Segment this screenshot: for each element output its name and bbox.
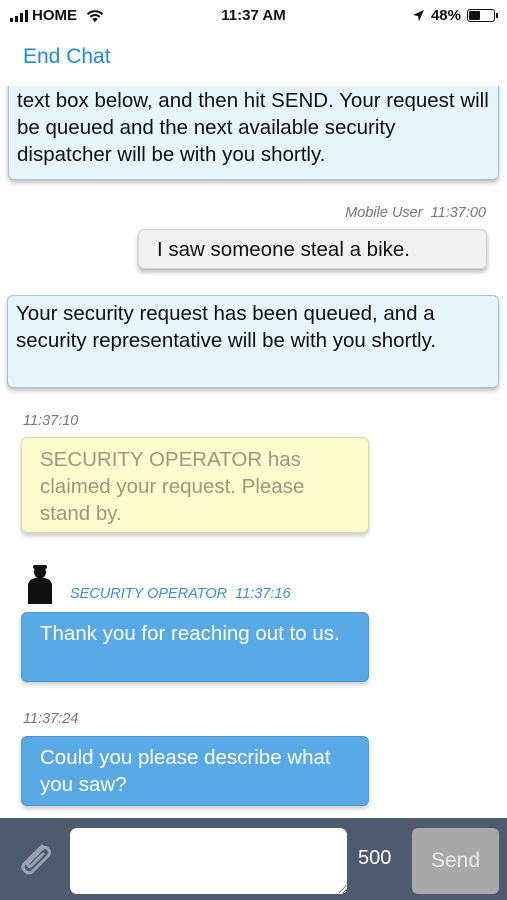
user-message-text: I saw someone steal a bike. <box>157 238 410 261</box>
operator-message-text: Thank you for reaching out to us. <box>40 622 340 645</box>
chat-transcript[interactable]: text box below, and then hit SEND. Your … <box>0 86 507 818</box>
end-chat-button[interactable]: End Chat <box>23 45 111 69</box>
user-message: I saw someone steal a bike. <box>138 229 487 269</box>
message-meta: 11:37:10 <box>23 413 79 429</box>
message-input-bar: 500 Send <box>0 818 507 900</box>
status-right: 48% <box>412 7 498 24</box>
system-message-text: Your security request has been queued, a… <box>16 302 437 352</box>
nav-bar: End Chat <box>0 32 507 86</box>
message-input[interactable] <box>70 828 347 894</box>
character-counter: 500 <box>358 847 392 869</box>
battery-percent: 48% <box>430 7 461 24</box>
claim-message: SECURITY OPERATOR has claimed your reque… <box>21 437 369 533</box>
message-meta: 11:37:24 <box>23 711 79 727</box>
operator-message-text: Could you please describe what you saw? <box>40 746 331 796</box>
message-meta: SECURITY OPERATOR 11:37:16 <box>70 586 291 602</box>
location-arrow-icon <box>412 10 424 21</box>
operator-avatar-icon <box>28 565 52 604</box>
claim-message-text: SECURITY OPERATOR has claimed your reque… <box>40 448 305 525</box>
system-message: text box below, and then hit SEND. Your … <box>8 86 499 180</box>
operator-message: Thank you for reaching out to us. <box>21 612 369 682</box>
message-meta: Mobile User 11:37:00 <box>345 205 486 221</box>
system-message-text: text box below, and then hit SEND. Your … <box>17 89 489 166</box>
operator-message: Could you please describe what you saw? <box>21 736 369 806</box>
system-message: Your security request has been queued, a… <box>7 295 499 388</box>
status-bar: HOME 11:37 AM 48% <box>0 0 507 32</box>
battery-icon <box>467 9 498 22</box>
paperclip-icon[interactable] <box>12 836 58 882</box>
send-button[interactable]: Send <box>412 828 499 894</box>
